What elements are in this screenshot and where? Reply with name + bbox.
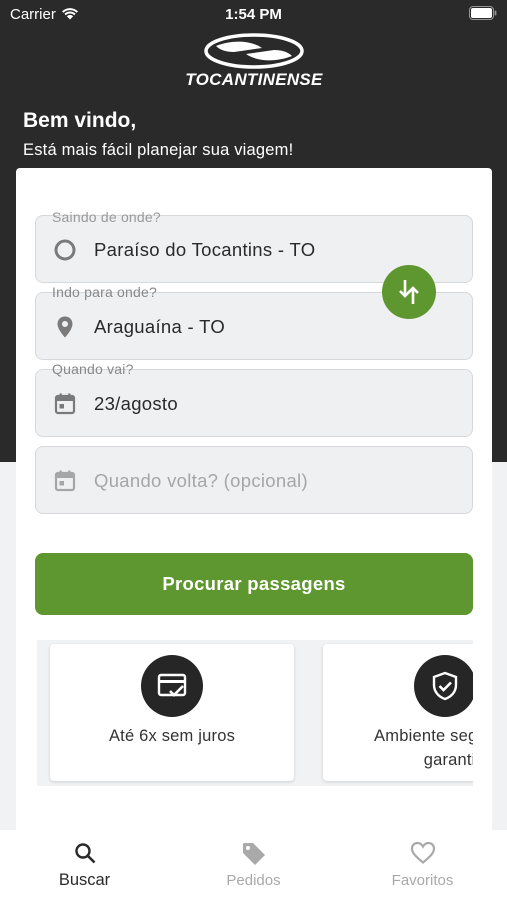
welcome-subtitle: Está mais fácil planejar sua viagem! xyxy=(23,141,294,159)
feature-card-installments: Até 6x sem juros xyxy=(50,644,294,781)
heart-icon xyxy=(410,841,436,864)
feature-label: Até 6x sem juros xyxy=(108,727,236,745)
feature-label: Ambiente seguro e garantido xyxy=(323,724,473,772)
tab-favoritos[interactable]: Favoritos xyxy=(338,830,507,900)
welcome-title: Bem vindo, xyxy=(23,109,137,132)
origin-value: Paraíso do Tocantins - TO xyxy=(94,239,316,260)
feature-label-line1: Ambiente seguro e xyxy=(374,727,473,745)
brand-logo: TOCANTINENSE xyxy=(176,32,332,90)
logo-mark xyxy=(204,33,304,69)
origin-label: Saindo de onde? xyxy=(52,209,161,225)
brand-name: TOCANTINENSE xyxy=(185,70,323,89)
departure-value: 23/agosto xyxy=(94,393,178,414)
features-carousel[interactable]: Até 6x sem juros Ambiente seguro e garan… xyxy=(37,640,473,786)
swap-arrows-icon xyxy=(399,280,419,304)
departure-field[interactable]: Quando vai? 23/agosto xyxy=(35,361,473,437)
feature-card-security: Ambiente seguro e garantido xyxy=(323,644,473,781)
radio-circle-icon xyxy=(54,239,76,261)
calendar-icon xyxy=(54,470,76,492)
swap-button[interactable] xyxy=(382,265,436,319)
departure-label: Quando vai? xyxy=(52,361,134,377)
destination-value: Araguaína - TO xyxy=(94,316,226,337)
return-field[interactable]: Quando volta? (opcional) xyxy=(35,446,473,514)
feature-label-line2: garantido xyxy=(423,751,473,769)
destination-label: Indo para onde? xyxy=(52,284,157,300)
search-icon xyxy=(75,843,96,864)
tab-label: Pedidos xyxy=(226,872,281,889)
location-pin-icon xyxy=(57,316,73,338)
tab-buscar[interactable]: Buscar xyxy=(0,830,169,900)
feature-icon-circle xyxy=(141,655,203,717)
search-tickets-button[interactable]: Procurar passagens xyxy=(35,553,473,615)
status-time: 1:54 PM xyxy=(225,6,282,23)
return-placeholder: Quando volta? (opcional) xyxy=(94,470,308,491)
battery-icon xyxy=(469,6,497,20)
tab-label: Favoritos xyxy=(391,872,454,889)
status-bar: Carrier 1:54 PM xyxy=(0,0,507,28)
feature-icon-circle xyxy=(414,655,473,717)
calendar-icon xyxy=(54,393,76,415)
tab-bar: Buscar Pedidos Favoritos xyxy=(0,830,507,900)
shield-check-icon xyxy=(432,671,458,701)
credit-card-check-icon xyxy=(157,673,187,697)
tag-icon xyxy=(243,843,265,865)
tab-label: Buscar xyxy=(58,871,111,889)
tab-pedidos[interactable]: Pedidos xyxy=(169,830,338,900)
